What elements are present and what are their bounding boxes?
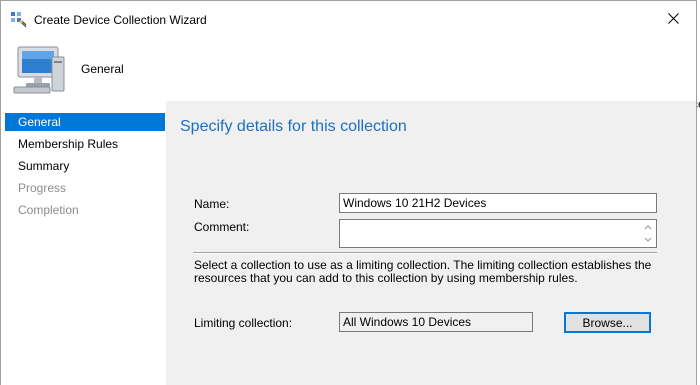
comment-input[interactable] (339, 219, 657, 248)
limiting-collection-label: Limiting collection: (194, 316, 293, 330)
wizard-header: General (1, 35, 696, 101)
limiting-collection-description: Select a collection to use as a limiting… (194, 258, 652, 285)
wizard-app-icon (11, 12, 27, 28)
close-icon (667, 12, 679, 24)
computer-monitor-icon (13, 46, 65, 94)
comment-scrollbar[interactable] (641, 221, 655, 246)
limiting-collection-field: All Windows 10 Devices (339, 312, 533, 332)
title-bar: Create Device Collection Wizard (1, 1, 696, 35)
scroll-down-icon (644, 237, 652, 242)
wizard-window: Create Device Collection Wizard General … (0, 0, 697, 385)
scroll-up-icon (644, 225, 652, 230)
name-input[interactable]: Windows 10 21H2 Devices (339, 193, 657, 213)
nav-item-completion: Completion (18, 203, 79, 217)
nav-item-summary[interactable]: Summary (5, 157, 165, 175)
section-divider (193, 252, 657, 254)
window-title: Create Device Collection Wizard (34, 13, 207, 27)
nav-item-general[interactable]: General (5, 113, 165, 131)
close-button[interactable] (650, 1, 696, 35)
browse-button[interactable]: Browse... (564, 312, 651, 333)
page-heading: Specify details for this collection (180, 118, 407, 135)
comment-label: Comment: (194, 220, 250, 234)
nav-item-progress: Progress (18, 181, 67, 195)
name-label: Name: (194, 197, 230, 211)
header-title: General (81, 62, 124, 76)
wizard-nav: General Membership Rules Summary Progres… (1, 101, 166, 385)
wizard-content: Specify details for this collection Name… (166, 101, 696, 385)
nav-item-membership-rules[interactable]: Membership Rules (5, 135, 165, 153)
